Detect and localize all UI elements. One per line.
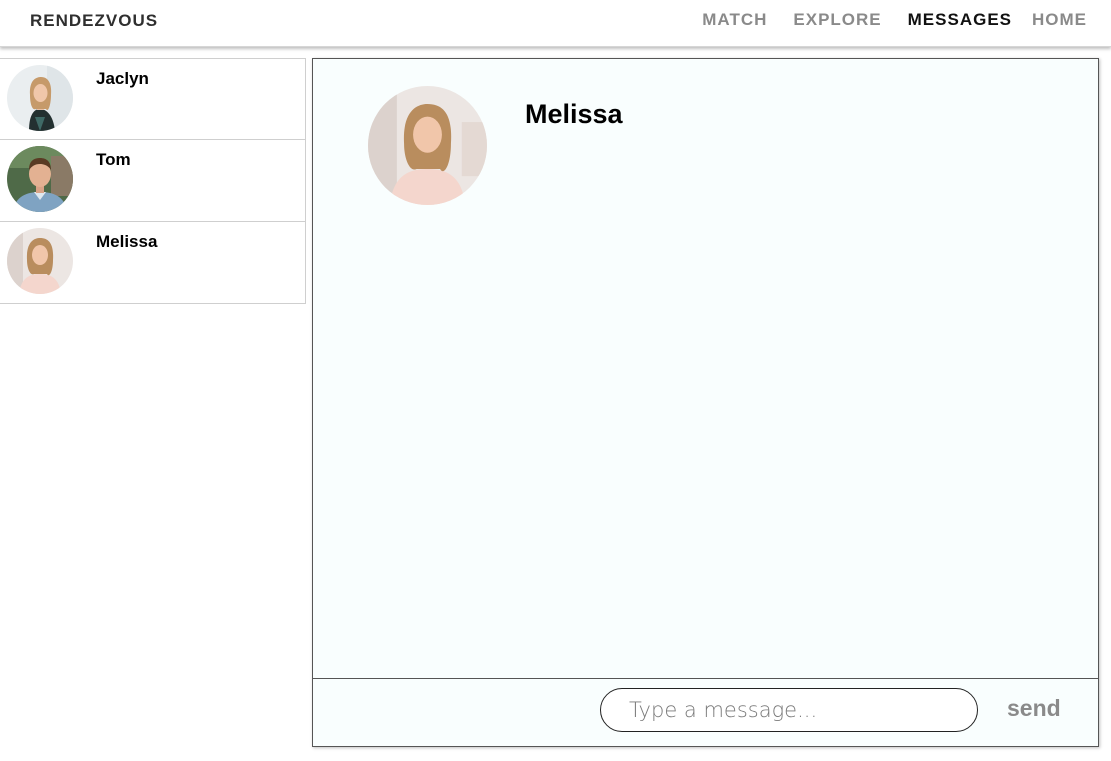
nav-link-explore[interactable]: EXPLORE (793, 10, 881, 30)
contact-item-jaclyn[interactable]: Jaclyn (0, 58, 306, 140)
message-composer: send (313, 678, 1098, 746)
contact-name: Melissa (96, 232, 158, 251)
avatar-photo-icon (368, 86, 487, 205)
nav-link-messages[interactable]: MESSAGES (908, 10, 1012, 30)
avatar-photo-icon (7, 65, 73, 131)
avatar-photo-icon (7, 228, 73, 294)
contact-item-tom[interactable]: Tom (0, 140, 306, 222)
contact-name: Jaclyn (96, 69, 149, 88)
chat-contact-name: Melissa (525, 99, 623, 129)
nav-link-match[interactable]: MATCH (702, 10, 767, 30)
avatar-photo-icon (7, 146, 73, 212)
avatar (7, 228, 73, 294)
brand-logo[interactable]: RENDEZVOUS (30, 11, 158, 31)
message-input[interactable] (600, 688, 978, 732)
avatar (7, 146, 73, 212)
contact-name: Tom (96, 150, 131, 169)
avatar (7, 65, 73, 131)
send-button[interactable]: send (1007, 695, 1061, 722)
nav-links: MATCH EXPLORE MESSAGES HOME (702, 10, 1087, 30)
contact-item-melissa[interactable]: Melissa (0, 222, 306, 304)
nav-link-home[interactable]: HOME (1032, 10, 1087, 30)
contact-list: Jaclyn Tom Melissa (0, 58, 306, 304)
top-navbar: RENDEZVOUS MATCH EXPLORE MESSAGES HOME (0, 0, 1111, 47)
avatar (368, 86, 487, 205)
chat-panel: Melissa send (312, 58, 1099, 747)
